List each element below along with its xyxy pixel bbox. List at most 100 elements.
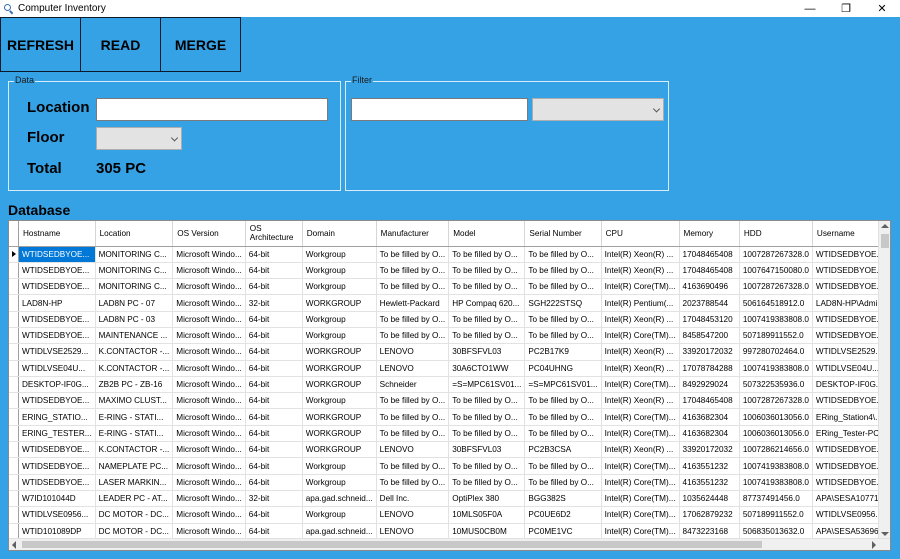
table-row[interactable]: WTIDSEDBYOE... MAINTENANCE ... Microsoft W… [9,327,890,345]
column-header[interactable]: Memory [679,221,740,247]
table-row[interactable]: WTIDSEDBYOE... MONITORING C... Microsoft W… [9,262,890,280]
table-cell[interactable]: 8492929024 [679,376,740,394]
table-cell[interactable]: PC2B17K9 [524,343,602,361]
vertical-scroll-thumb[interactable] [881,234,889,248]
row-header-cell[interactable] [9,392,19,410]
table-cell[interactable]: 64-bit [245,506,303,524]
table-cell[interactable]: WORKGROUP [302,360,377,377]
table-cell[interactable]: Microsoft Windo... [172,425,246,443]
table-row[interactable]: WTIDSEDBYOE... LAD8N PC - 03 Microsoft Win… [9,311,890,328]
scroll-up-icon[interactable] [881,224,889,228]
table-cell[interactable]: Microsoft Windo... [172,262,246,280]
table-cell[interactable]: Microsoft Windo... [172,506,246,524]
table-cell[interactable]: Microsoft Windo... [172,294,246,312]
table-cell[interactable]: DC MOTOR - DC... [95,506,174,524]
table-cell[interactable]: NAMEPLATE PC... [95,457,174,475]
table-cell[interactable]: 1006036013056.0 [739,408,813,426]
table-row[interactable]: ERING_STATIO... E-RING - STATI... Microsof… [9,408,890,426]
row-header-cell[interactable] [9,360,19,377]
table-cell[interactable]: 64-bit [245,425,303,443]
table-cell[interactable]: Intel(R) Xeon(R) ... [601,392,680,410]
location-input[interactable] [96,98,328,121]
table-cell[interactable]: PC04UHNG [524,360,602,377]
table-cell[interactable]: 1035624448 [679,490,740,508]
table-cell[interactable]: WTIDSEDBYOE... [18,311,96,328]
table-cell[interactable]: Workgroup [302,474,377,491]
table-cell[interactable]: LENOVO [376,523,450,540]
scroll-down-icon[interactable] [881,532,889,536]
table-cell[interactable]: apa.gad.schneid... [302,523,377,540]
table-cell[interactable]: WTID101089DP [18,523,96,540]
column-header[interactable]: OS Version [172,221,246,247]
table-cell[interactable]: To be filled by O... [376,408,450,426]
table-cell[interactable]: To be filled by O... [524,311,602,328]
table-cell[interactable]: To be filled by O... [376,457,450,475]
table-cell[interactable]: To be filled by O... [448,327,526,345]
table-cell[interactable]: LENOVO [376,506,450,524]
table-cell[interactable]: 17078784288 [679,360,740,377]
table-cell[interactable]: WTIDSEDBYOE... [18,474,96,491]
table-cell[interactable]: 507189911552.0 [739,327,813,345]
table-cell[interactable]: Workgroup [302,457,377,475]
table-cell[interactable]: DESKTOP-IF0G... [18,376,96,394]
table-cell[interactable]: To be filled by O... [448,392,526,410]
table-cell[interactable]: Microsoft Windo... [172,278,246,296]
table-row[interactable]: WTIDSEDBYOE... LASER MARKIN... Microsoft W… [9,474,890,491]
read-button[interactable]: READ [80,17,161,72]
table-cell[interactable]: Hewlett-Packard [376,294,450,312]
horizontal-scrollbar[interactable] [9,538,890,550]
table-cell[interactable]: 64-bit [245,262,303,280]
table-cell[interactable]: Workgroup [302,392,377,410]
table-cell[interactable]: ERING_STATIO... [18,408,96,426]
table-cell[interactable]: 1007287267328.0 [739,392,813,410]
table-cell[interactable]: Intel(R) Xeon(R) ... [601,441,680,459]
table-cell[interactable]: Intel(R) Core(TM)... [601,490,680,508]
table-cell[interactable]: Schneider [376,376,450,394]
table-cell[interactable]: To be filled by O... [524,278,602,296]
database-grid[interactable]: Hostname Location OS Version OS Architectur… [8,220,891,551]
table-cell[interactable]: Workgroup [302,246,377,263]
table-cell[interactable]: 1007419383808.0 [739,311,813,328]
column-header[interactable]: Serial Number [524,221,602,247]
row-header-cell[interactable] [9,246,19,263]
row-header-cell[interactable] [9,278,19,296]
table-cell[interactable]: To be filled by O... [376,474,450,491]
table-cell[interactable]: WORKGROUP [302,441,377,459]
table-cell[interactable]: 64-bit [245,311,303,328]
table-cell[interactable]: Intel(R) Xeon(R) ... [601,311,680,328]
table-cell[interactable]: Intel(R) Core(TM)... [601,278,680,296]
close-icon[interactable]: ✕ [864,0,900,17]
column-header[interactable]: Model [448,221,526,247]
table-cell[interactable]: E-RING - STATI... [95,425,174,443]
column-header[interactable]: OS Architecture [245,221,303,247]
table-cell[interactable]: 1007287267328.0 [739,278,813,296]
table-cell[interactable]: LAD8N PC - 03 [95,311,174,328]
table-cell[interactable]: Intel(R) Core(TM)... [601,408,680,426]
table-cell[interactable]: 506835013632.0 [739,523,813,540]
table-cell[interactable]: ZB2B PC - ZB-16 [95,376,174,394]
table-cell[interactable]: 64-bit [245,523,303,540]
table-cell[interactable]: Workgroup [302,262,377,280]
table-cell[interactable]: 64-bit [245,392,303,410]
table-cell[interactable]: Microsoft Windo... [172,523,246,540]
table-cell[interactable]: 64-bit [245,441,303,459]
table-cell[interactable]: WTIDSEDBYOE... [18,392,96,410]
table-cell[interactable]: 4163690496 [679,278,740,296]
table-cell[interactable]: WTIDSEDBYOE... [18,246,96,263]
table-cell[interactable]: LENOVO [376,343,450,361]
column-header[interactable]: Domain [302,221,377,247]
table-cell[interactable]: 17048453120 [679,311,740,328]
table-cell[interactable]: To be filled by O... [448,408,526,426]
table-cell[interactable]: Intel(R) Xeon(R) ... [601,360,680,377]
row-header-cell[interactable] [9,425,19,443]
table-cell[interactable]: 64-bit [245,457,303,475]
table-cell[interactable]: 4163682304 [679,408,740,426]
row-header-cell[interactable] [9,457,19,475]
table-cell[interactable]: Intel(R) Core(TM)... [601,523,680,540]
table-cell[interactable]: WORKGROUP [302,343,377,361]
table-row[interactable]: DESKTOP-IF0G... ZB2B PC - ZB-16 Microsoft … [9,376,890,394]
table-cell[interactable]: To be filled by O... [448,457,526,475]
table-row[interactable]: WTID101089DP DC MOTOR - DC... Microsoft Wi… [9,523,890,540]
table-row[interactable]: WTIDLVSE2529... K.CONTACTOR -... Microsoft… [9,343,890,361]
table-cell[interactable]: 1007647150080.0 [739,262,813,280]
